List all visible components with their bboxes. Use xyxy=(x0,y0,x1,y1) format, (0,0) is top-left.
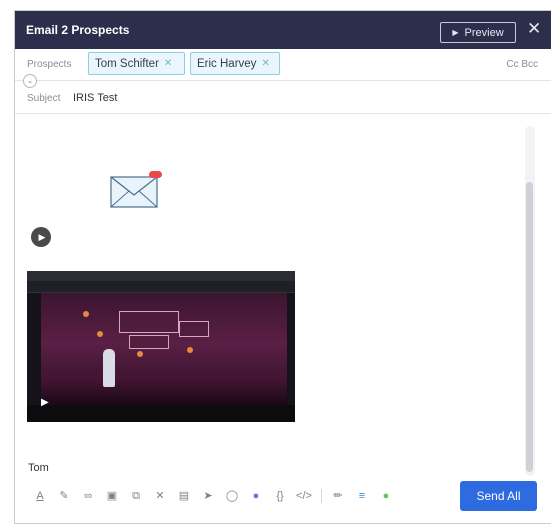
play-circle-icon[interactable]: ▶ xyxy=(31,227,51,247)
calendar-icon[interactable]: ▤ xyxy=(177,489,191,503)
subject-row: Subject IRIS Test xyxy=(15,82,551,114)
variable-icon[interactable]: {} xyxy=(273,489,287,503)
send-all-button[interactable]: Send All xyxy=(460,481,537,511)
email-composer-window: Email 2 Prospects ▶ Preview ✕ Prospects … xyxy=(14,10,551,524)
code-icon[interactable]: </> xyxy=(296,489,312,503)
remove-chip-icon[interactable]: ✕ xyxy=(261,58,269,69)
video-screen-panel xyxy=(129,335,169,349)
meeting-icon[interactable]: ◯ xyxy=(225,489,239,503)
video-orb xyxy=(83,311,89,317)
signature-text: Tom xyxy=(28,462,49,474)
video-speaker xyxy=(103,349,115,387)
video-floor xyxy=(41,375,287,405)
envelope-icon xyxy=(110,171,162,208)
video-orb xyxy=(97,331,103,337)
play-icon: ▶ xyxy=(452,28,459,37)
send-icon[interactable]: ➤ xyxy=(201,489,215,503)
scrollbar-thumb[interactable] xyxy=(526,182,533,472)
attachment-icon[interactable]: ✎ xyxy=(57,489,71,503)
link-icon[interactable]: ∞ xyxy=(81,489,95,503)
video-icon[interactable]: ● xyxy=(249,489,263,503)
video-browser-bar xyxy=(27,271,295,281)
close-icon[interactable]: ✕ xyxy=(527,19,541,39)
video-thumbnail[interactable]: ▶ xyxy=(27,271,295,422)
prospects-label: Prospects xyxy=(27,59,72,70)
copy-icon[interactable]: ⧉ xyxy=(129,489,143,503)
prospect-chip-label: Eric Harvey xyxy=(197,57,257,70)
video-play-icon[interactable]: ▶ xyxy=(41,397,49,408)
toolbar-divider xyxy=(321,489,322,503)
snippet-icon[interactable]: ≡ xyxy=(355,489,369,503)
video-screen-panel xyxy=(119,311,179,333)
video-control-bar xyxy=(27,405,295,422)
preview-button[interactable]: ▶ Preview xyxy=(440,22,516,43)
ai-icon[interactable]: ● xyxy=(379,489,393,503)
text-color-icon[interactable]: A xyxy=(33,489,47,503)
prospect-chip-label: Tom Schifter xyxy=(95,57,159,70)
cc-bcc-link[interactable]: Cc Bcc xyxy=(506,59,538,70)
preview-label: Preview xyxy=(464,26,504,39)
prospect-chip-tom-schifter[interactable]: Tom Schifter ✕ xyxy=(88,52,185,75)
composer-title: Email 2 Prospects xyxy=(26,23,130,37)
video-url-bar xyxy=(27,281,295,293)
subject-label: Subject xyxy=(27,93,61,104)
video-screen-panel xyxy=(179,321,209,337)
video-orb xyxy=(137,351,143,357)
video-orb xyxy=(187,347,193,353)
prospect-chip-eric-harvey[interactable]: Eric Harvey ✕ xyxy=(190,52,280,75)
template-icon[interactable]: ▣ xyxy=(105,489,119,503)
signature-icon[interactable]: ✏ xyxy=(331,489,345,503)
clear-format-icon[interactable]: ✕ xyxy=(153,489,167,503)
editor-toolbar: A ✎ ∞ ▣ ⧉ ✕ ▤ ➤ ◯ ● {} </> ✏ ≡ ● Send Al… xyxy=(15,481,551,511)
composer-header: Email 2 Prospects ▶ Preview ✕ xyxy=(15,11,551,49)
subject-input[interactable]: IRIS Test xyxy=(73,92,117,104)
prospects-row: Prospects Tom Schifter ✕ Eric Harvey ✕ C… xyxy=(15,49,551,81)
remove-chip-icon[interactable]: ✕ xyxy=(164,58,172,69)
